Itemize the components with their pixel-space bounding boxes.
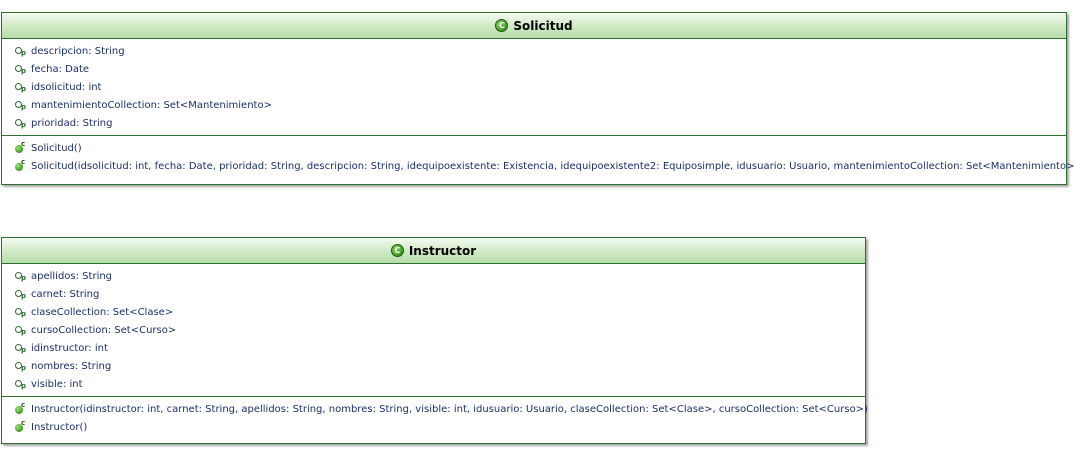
attribute-text: visible: int: [31, 378, 83, 390]
attribute-row[interactable]: p apellidos: String: [14, 267, 865, 285]
protected-field-icon: p: [14, 63, 28, 75]
constructor-icon: c: [14, 401, 28, 415]
methods-compartment: c Solicitud() c Solicitud(idsolicitud: i…: [2, 136, 1075, 178]
attribute-text: apellidos: String: [31, 270, 113, 282]
methods-compartment: c Instructor(idinstructor: int, carnet: …: [2, 397, 868, 439]
attribute-text: idinstructor: int: [31, 342, 108, 354]
method-row[interactable]: c Instructor(): [14, 418, 865, 436]
protected-field-icon: p: [14, 81, 28, 93]
method-row[interactable]: c Solicitud(idsolicitud: int, fecha: Dat…: [14, 157, 1075, 175]
attribute-row[interactable]: p idinstructor: int: [14, 339, 865, 357]
attribute-text: prioridad: String: [31, 117, 113, 129]
constructor-icon: c: [14, 158, 28, 172]
protected-field-icon: p: [14, 378, 28, 390]
attribute-row[interactable]: p nombres: String: [14, 357, 865, 375]
attribute-row[interactable]: p carnet: String: [14, 285, 865, 303]
protected-field-icon: p: [14, 45, 28, 57]
class-box-solicitud[interactable]: C Solicitud p descripcion: String p fech…: [1, 12, 1075, 185]
attribute-row[interactable]: p claseCollection: Set<Clase>: [14, 303, 865, 321]
method-text: Solicitud(): [31, 142, 82, 154]
attributes-compartment: p apellidos: String p carnet: String p c…: [2, 264, 865, 397]
protected-field-icon: p: [14, 117, 28, 129]
attribute-text: fecha: Date: [31, 63, 90, 75]
protected-field-icon: p: [14, 99, 28, 111]
class-box-instructor[interactable]: C Instructor p apellidos: String p carne…: [1, 237, 868, 444]
method-row[interactable]: c Solicitud(): [14, 139, 1066, 157]
attribute-row[interactable]: p fecha: Date: [14, 60, 1066, 78]
class-name: Solicitud: [513, 18, 573, 33]
attribute-text: descripcion: String: [31, 45, 125, 57]
method-row[interactable]: c Instructor(idinstructor: int, carnet: …: [14, 400, 868, 418]
constructor-icon: c: [14, 419, 28, 433]
protected-field-icon: p: [14, 270, 28, 282]
attribute-text: claseCollection: Set<Clase>: [31, 306, 174, 318]
class-name: Instructor: [408, 243, 477, 258]
attribute-row[interactable]: p mantenimientoCollection: Set<Mantenimi…: [14, 96, 1066, 114]
class-icon: C: [390, 244, 404, 257]
method-text: Solicitud(idsolicitud: int, fecha: Date,…: [31, 160, 1075, 172]
protected-field-icon: p: [14, 306, 28, 318]
attribute-row[interactable]: p prioridad: String: [14, 114, 1066, 132]
attribute-text: idsolicitud: int: [31, 81, 102, 93]
class-header[interactable]: C Instructor: [2, 238, 865, 264]
protected-field-icon: p: [14, 342, 28, 354]
attribute-row[interactable]: p cursoCollection: Set<Curso>: [14, 321, 865, 339]
attribute-text: cursoCollection: Set<Curso>: [31, 324, 177, 336]
method-text: Instructor(idinstructor: int, carnet: St…: [31, 403, 868, 415]
attribute-row[interactable]: p descripcion: String: [14, 42, 1066, 60]
class-header[interactable]: C Solicitud: [2, 13, 1066, 39]
attribute-text: carnet: String: [31, 288, 100, 300]
class-icon: C: [495, 19, 509, 32]
protected-field-icon: p: [14, 360, 28, 372]
attributes-compartment: p descripcion: String p fecha: Date p id…: [2, 39, 1066, 136]
method-text: Instructor(): [31, 421, 88, 433]
attribute-row[interactable]: p visible: int: [14, 375, 865, 393]
attribute-text: nombres: String: [31, 360, 112, 372]
protected-field-icon: p: [14, 288, 28, 300]
attribute-text: mantenimientoCollection: Set<Mantenimien…: [31, 99, 272, 111]
attribute-row[interactable]: p idsolicitud: int: [14, 78, 1066, 96]
constructor-icon: c: [14, 140, 28, 154]
protected-field-icon: p: [14, 324, 28, 336]
